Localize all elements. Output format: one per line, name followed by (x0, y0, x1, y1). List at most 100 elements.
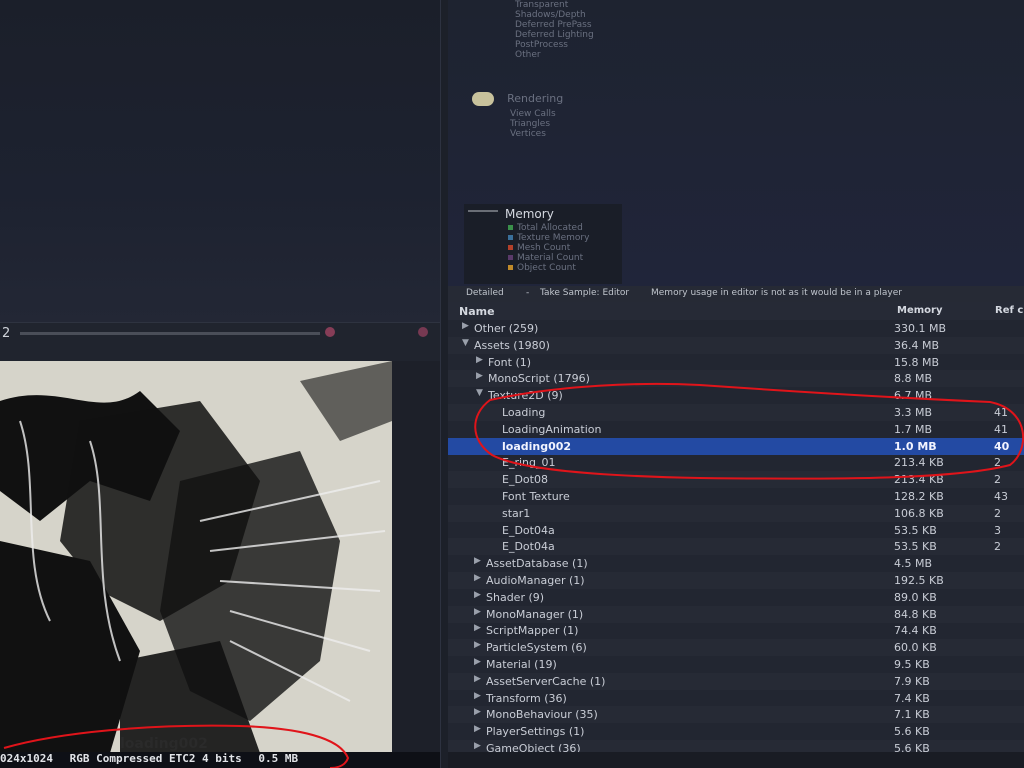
collapsed-arrow-icon[interactable]: ▶ (474, 741, 481, 751)
collapsed-arrow-icon[interactable]: ▶ (474, 657, 481, 667)
table-row[interactable]: ▼Assets (1980)36.4 MB (448, 337, 1024, 354)
row-ref-count: 40 (994, 440, 1009, 453)
row-ref-count: 2 (994, 473, 1001, 486)
collapsed-arrow-icon[interactable]: ▶ (474, 640, 481, 650)
collapsed-arrow-icon[interactable]: ▶ (474, 691, 481, 701)
mip-level-label: 2 (2, 326, 10, 341)
table-row[interactable]: E_Dot04a53.5 KB2 (448, 538, 1024, 555)
row-name: E_Dot04a (502, 540, 555, 553)
table-row[interactable]: ▶ Other (259) 330.1 MB (448, 320, 1024, 337)
expanded-arrow-icon[interactable]: ▼ (476, 388, 483, 398)
legend-item: Vertices (510, 129, 563, 139)
table-row[interactable]: loading0021.0 MB40 (448, 438, 1024, 455)
expanded-arrow-icon[interactable]: ▼ (462, 338, 469, 348)
row-ref-count: 43 (994, 490, 1008, 503)
table-row[interactable]: LoadingAnimation1.7 MB41 (448, 421, 1024, 438)
texture-name-label: loading002 (120, 736, 208, 752)
table-row[interactable]: ▶ScriptMapper (1)74.4 KB (448, 622, 1024, 639)
memory-column-header[interactable]: Memory (897, 305, 942, 316)
memory-toolbar: Detailed - Take Sample: Editor Memory us… (448, 286, 1024, 302)
memory-tree: ▶ Other (259) 330.1 MB ▼Assets (1980)36.4 M… (448, 320, 1024, 768)
legend-item: Triangles (510, 119, 563, 129)
table-row[interactable]: ▶AssetDatabase (1)4.5 MB (448, 555, 1024, 572)
row-memory: 1.7 MB (894, 423, 932, 436)
row-name: Other (259) (474, 322, 538, 335)
table-row[interactable]: E_Dot08213.4 KB2 (448, 471, 1024, 488)
row-memory: 5.6 KB (894, 725, 930, 738)
row-name: E_ring_01 (502, 456, 555, 469)
rendering-toggle-icon[interactable] (472, 92, 494, 106)
legend-color (508, 245, 513, 250)
row-name: MonoBehaviour (35) (486, 708, 598, 721)
table-row[interactable]: star1106.8 KB2 (448, 505, 1024, 522)
row-ref-count: 3 (994, 524, 1001, 537)
table-row[interactable]: Font Texture128.2 KB43 (448, 488, 1024, 505)
row-ref-count: 2 (994, 456, 1001, 469)
collapsed-arrow-icon[interactable]: ▶ (474, 623, 481, 633)
table-row[interactable]: ▶Transform (36)7.4 KB (448, 690, 1024, 707)
take-sample-button[interactable]: Take Sample: Editor (540, 288, 629, 298)
row-name: MonoScript (1796) (488, 372, 590, 385)
row-name: Material (19) (486, 658, 557, 671)
row-name: MonoManager (1) (486, 608, 583, 621)
table-row[interactable]: Loading3.3 MB41 (448, 404, 1024, 421)
table-row[interactable]: ▼Texture2D (9)6.7 MB (448, 387, 1024, 404)
collapsed-arrow-icon[interactable]: ▶ (474, 724, 481, 734)
row-ref-count: 41 (994, 423, 1008, 436)
horizontal-scrollbar[interactable] (448, 752, 1024, 768)
alpha-toggle-icon[interactable] (325, 327, 335, 337)
table-row[interactable]: ▶Material (19)9.5 KB (448, 656, 1024, 673)
row-name: AssetServerCache (1) (486, 675, 605, 688)
row-memory: 3.3 MB (894, 406, 932, 419)
table-row[interactable]: E_ring_01213.4 KB2 (448, 454, 1024, 471)
table-row[interactable]: ▶MonoManager (1)84.8 KB (448, 606, 1024, 623)
table-row[interactable]: E_Dot04a53.5 KB3 (448, 522, 1024, 539)
legend-item: Deferred Lighting (515, 30, 594, 40)
collapsed-arrow-icon[interactable]: ▶ (474, 573, 481, 583)
table-row[interactable]: ▶ParticleSystem (6)60.0 KB (448, 639, 1024, 656)
collapsed-arrow-icon[interactable]: ▶ (476, 371, 483, 381)
table-row[interactable]: ▶MonoBehaviour (35)7.1 KB (448, 706, 1024, 723)
collapsed-arrow-icon[interactable]: ▶ (476, 355, 483, 365)
collapsed-arrow-icon[interactable]: ▶ (474, 707, 481, 717)
collapsed-arrow-icon[interactable]: ▶ (474, 556, 481, 566)
table-row[interactable]: ▶AudioManager (1)192.5 KB (448, 572, 1024, 589)
table-row[interactable]: ▶AssetServerCache (1)7.9 KB (448, 673, 1024, 690)
table-row[interactable]: ▶ MonoScript (1796) 8.8 MB (448, 370, 1024, 387)
legend-item: Shadows/Depth (515, 10, 594, 20)
row-memory: 6.7 MB (894, 389, 932, 402)
ref-count-column-header[interactable]: Ref c (995, 305, 1023, 316)
row-name: PlayerSettings (1) (486, 725, 584, 738)
texture-preview-image (0, 361, 392, 753)
legend-item: Mesh Count (517, 243, 570, 253)
row-name: E_Dot08 (502, 473, 548, 486)
collapsed-arrow-icon[interactable]: ▶ (474, 607, 481, 617)
collapsed-arrow-icon[interactable]: ▶ (462, 321, 469, 331)
preview-side-panel (392, 361, 440, 753)
preview-toolbar: 2 (0, 322, 440, 361)
row-memory: 36.4 MB (894, 339, 939, 352)
row-memory: 60.0 KB (894, 641, 937, 654)
rendering-label: Rendering (507, 92, 563, 105)
mip-slider[interactable] (20, 332, 320, 335)
row-name: E_Dot04a (502, 524, 555, 537)
texture-size: 024x1024 (0, 752, 53, 765)
detail-mode-dropdown[interactable]: Detailed (466, 288, 504, 298)
table-row[interactable]: ▶ PlayerSettings (1) 5.6 KB (448, 723, 1024, 740)
row-memory: 330.1 MB (894, 322, 946, 335)
collapsed-arrow-icon[interactable]: ▶ (474, 590, 481, 600)
rendering-module[interactable]: Rendering View Calls Triangles Vertices (472, 88, 563, 139)
table-row[interactable]: ▶ Font (1) 15.8 MB (448, 354, 1024, 371)
mip-toggle-icon[interactable] (418, 327, 428, 337)
row-ref-count: 41 (994, 406, 1008, 419)
editor-memory-note: Memory usage in editor is not as it woul… (651, 288, 902, 298)
table-row[interactable]: ▶Shader (9)89.0 KB (448, 589, 1024, 606)
memory-icon (468, 210, 498, 226)
legend-color (508, 225, 513, 230)
name-column-header[interactable]: Name (459, 305, 495, 318)
row-memory: 1.0 MB (894, 440, 937, 453)
row-name: Font (1) (488, 356, 531, 369)
row-memory: 15.8 MB (894, 356, 939, 369)
collapsed-arrow-icon[interactable]: ▶ (474, 674, 481, 684)
row-memory: 8.8 MB (894, 372, 932, 385)
